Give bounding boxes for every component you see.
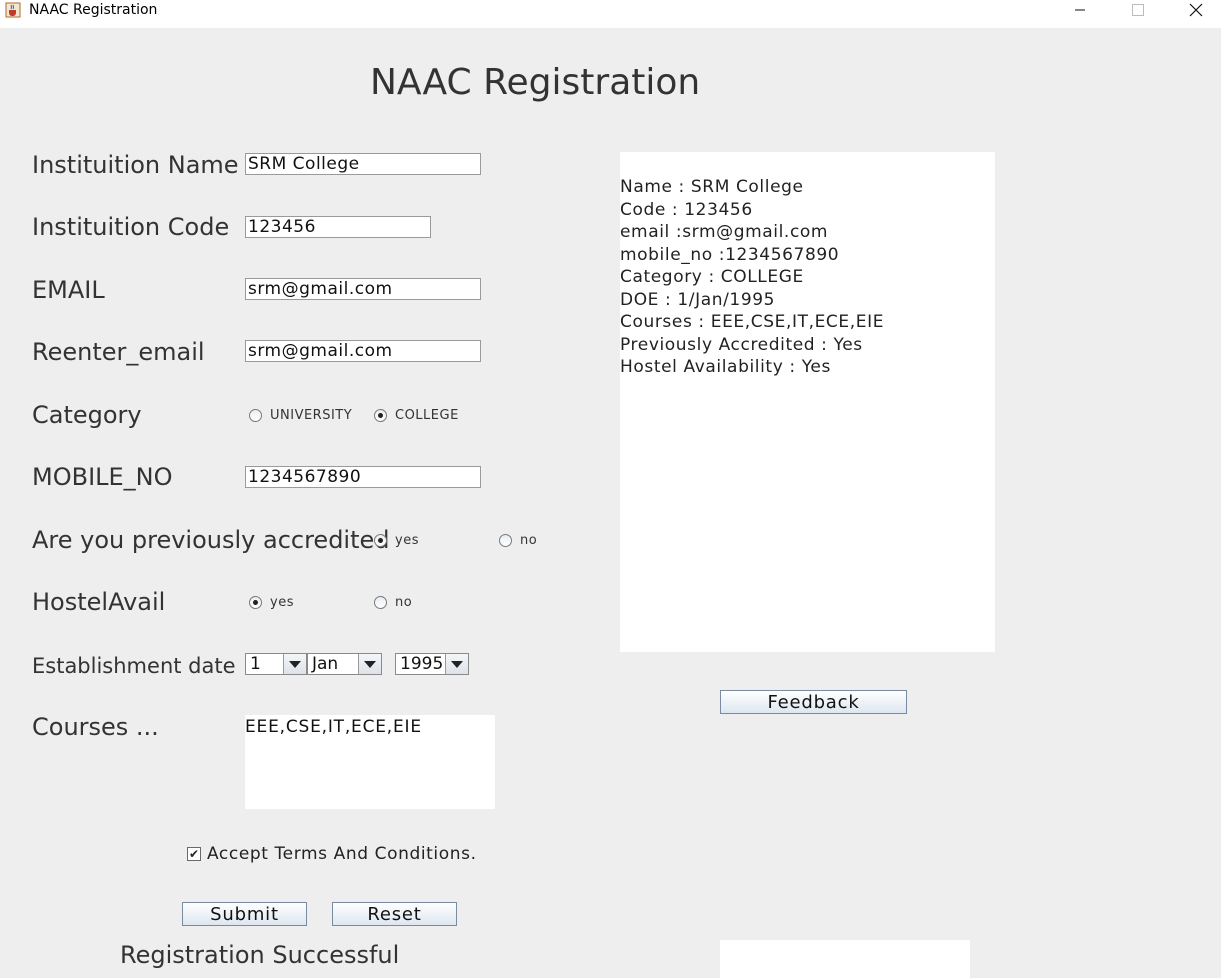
feedback-button[interactable]: Feedback: [720, 690, 907, 714]
mobile-label: MOBILE_NO: [32, 463, 173, 491]
hostel-label: HostelAvail: [32, 588, 166, 616]
output-line: email :srm@gmail.com: [620, 222, 829, 242]
reset-button[interactable]: Reset: [332, 902, 457, 926]
minimize-button[interactable]: [1057, 0, 1103, 20]
email-label: EMAIL: [32, 276, 105, 304]
terms-label: Accept Terms And Conditions.: [207, 844, 477, 864]
terms-checkbox[interactable]: ✔ Accept Terms And Conditions.: [187, 844, 477, 864]
email-input[interactable]: srm@gmail.com: [245, 278, 481, 300]
category-university-radio[interactable]: UNIVERSITY: [249, 408, 352, 423]
accredited-label: Are you previously accredited: [32, 526, 390, 554]
institution-code-label: Instituition Code: [32, 213, 230, 241]
close-icon: [1189, 3, 1203, 17]
chevron-down-icon: [283, 654, 306, 674]
year-value: 1995: [400, 654, 444, 674]
category-college-radio[interactable]: COLLEGE: [374, 408, 459, 423]
reenter-email-input[interactable]: srm@gmail.com: [245, 340, 481, 362]
output-line: Previously Accredited : Yes: [620, 334, 863, 355]
submit-button[interactable]: Submit: [182, 902, 307, 926]
institution-name-input[interactable]: SRM College: [245, 153, 481, 175]
feedback-textarea[interactable]: [720, 940, 970, 978]
radio-label: UNIVERSITY: [270, 408, 353, 423]
output-line: DOE : 1/Jan/1995: [620, 289, 776, 310]
page-title: NAAC Registration: [370, 62, 701, 103]
output-line: Courses : EEE,CSE,IT,ECE,EIE: [620, 312, 885, 332]
window-title: NAAC Registration: [29, 2, 158, 18]
hostel-yes-radio[interactable]: yes: [249, 595, 294, 610]
output-line: mobile_no :1234567890: [620, 244, 840, 265]
radio-indicator: [249, 596, 262, 609]
mobile-input[interactable]: 1234567890: [245, 466, 481, 488]
reenter-email-label: Reenter_email: [32, 338, 205, 366]
month-select[interactable]: Jan: [307, 653, 382, 675]
radio-indicator: [374, 409, 387, 422]
output-lines: Name : SRM College Code : 123456 email :…: [620, 152, 995, 379]
radio-label: yes: [395, 533, 419, 548]
radio-indicator: [374, 596, 387, 609]
close-button[interactable]: [1173, 0, 1219, 20]
maximize-icon: [1132, 4, 1144, 16]
status-message: Registration Successful: [120, 941, 400, 969]
courses-label: Courses ...: [32, 713, 159, 741]
category-label: Category: [32, 401, 142, 429]
chevron-down-icon: [445, 654, 468, 674]
month-value: Jan: [312, 654, 339, 674]
radio-label: yes: [270, 595, 294, 610]
day-value: 1: [250, 654, 261, 674]
institution-code-input[interactable]: 123456: [245, 216, 431, 238]
accredited-no-radio[interactable]: no: [499, 533, 537, 548]
institution-name-label: Instituition Name: [32, 151, 239, 179]
radio-label: no: [520, 533, 538, 548]
year-select[interactable]: 1995: [395, 653, 469, 675]
hostel-no-radio[interactable]: no: [374, 595, 412, 610]
day-select[interactable]: 1: [245, 653, 307, 675]
radio-indicator: [499, 534, 512, 547]
radio-indicator: [249, 409, 262, 422]
chevron-down-icon: [358, 654, 381, 674]
maximize-button[interactable]: [1115, 0, 1161, 20]
output-line: Name : SRM College: [620, 177, 804, 197]
minimize-icon: [1075, 9, 1085, 11]
radio-indicator: [374, 534, 387, 547]
java-cup-icon: [5, 2, 21, 18]
output-panel: Name : SRM College Code : 123456 email :…: [620, 152, 995, 652]
courses-textarea[interactable]: EEE,CSE,IT,ECE,EIE: [245, 715, 495, 809]
output-line: Code : 123456: [620, 199, 753, 220]
accredited-yes-radio[interactable]: yes: [374, 533, 419, 548]
establishment-label: Establishment date: [32, 654, 236, 678]
radio-label: no: [395, 595, 413, 610]
checkmark-icon: ✔: [187, 847, 201, 861]
window-titlebar: [0, 0, 1221, 28]
radio-label: COLLEGE: [395, 408, 459, 423]
output-line: Hostel Availability : Yes: [620, 357, 831, 377]
output-line: Category : COLLEGE: [620, 267, 804, 287]
